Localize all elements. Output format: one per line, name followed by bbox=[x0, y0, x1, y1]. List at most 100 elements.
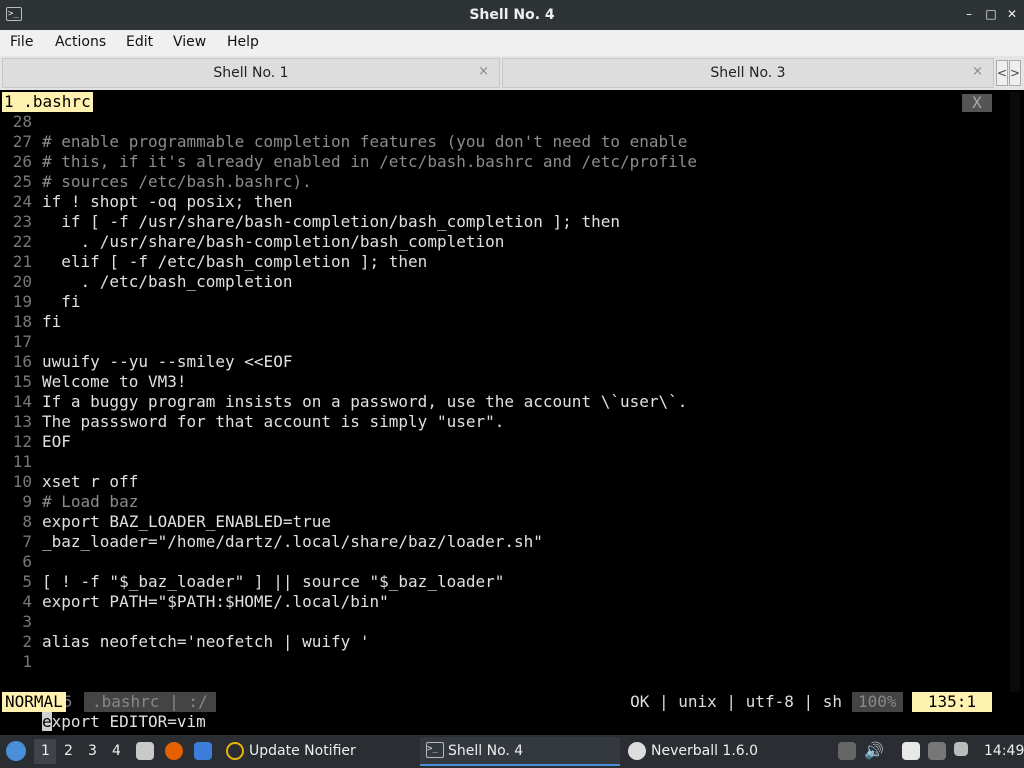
workspace-1[interactable]: 1 bbox=[41, 743, 50, 759]
tab-scroll-left-icon[interactable]: < bbox=[996, 60, 1008, 86]
close-icon[interactable]: ✕ bbox=[1005, 6, 1019, 22]
line-number: 8 bbox=[22, 512, 32, 531]
terminal-scrollbar[interactable] bbox=[1010, 92, 1020, 692]
code-text: EOF bbox=[42, 432, 71, 451]
vim-buffer-line: 1 .bashrc X bbox=[0, 92, 1024, 112]
update-notifier-icon bbox=[226, 742, 244, 760]
code-rest: xport EDITOR=vim bbox=[51, 712, 206, 731]
start-menu-icon[interactable] bbox=[6, 741, 26, 761]
terminal-area[interactable]: 1 .bashrc X 28 2 7 # enable programmable co… bbox=[0, 90, 1024, 735]
line-number: 11 bbox=[12, 452, 32, 471]
task-update-notifier[interactable]: Update Notifier bbox=[222, 737, 418, 766]
line-number: 17 bbox=[12, 332, 32, 351]
line-number: 7 bbox=[22, 532, 32, 551]
task-label: Shell No. 4 bbox=[448, 743, 524, 759]
vim-statusline: NORMAL .bashrc | :/ OK | unix | utf-8 | … bbox=[0, 692, 1024, 712]
line-number: 15 bbox=[12, 372, 32, 391]
code-text: export PATH="$PATH:$HOME/.local/bin" bbox=[42, 592, 389, 611]
vim-cursor-position: 135:1 bbox=[912, 692, 992, 712]
code-text: # enable programmable completion feature… bbox=[42, 132, 688, 151]
code-text: Welcome to VM3! bbox=[42, 372, 187, 391]
tab-scroll-right-icon[interactable]: > bbox=[1009, 60, 1021, 86]
code-text: export EDITOR=vim bbox=[42, 712, 206, 732]
file-manager-icon[interactable] bbox=[136, 742, 154, 760]
menu-view[interactable]: View bbox=[173, 34, 206, 50]
menu-actions[interactable]: Actions bbox=[55, 34, 106, 50]
terminal-icon: >_ bbox=[426, 742, 444, 758]
window-title: Shell No. 4 bbox=[469, 7, 555, 23]
menu-help[interactable]: Help bbox=[227, 34, 259, 50]
code-text: [ ! -f "$_baz_loader" ] || source "$_baz… bbox=[42, 572, 505, 591]
code-text: alias neofetch='neofetch | wuify ' bbox=[42, 632, 370, 651]
line-number: 23 bbox=[12, 212, 32, 231]
line-number: 10 bbox=[12, 472, 32, 491]
clock[interactable]: 14:49 bbox=[984, 743, 1024, 759]
line-number: 26 bbox=[12, 152, 32, 171]
vim-current-line[interactable]: 135 export EDITOR=vim bbox=[0, 672, 206, 731]
minimize-icon[interactable]: – bbox=[962, 6, 976, 22]
line-number: 25 bbox=[12, 172, 32, 191]
code-text: if ! shopt -oq posix; then bbox=[42, 192, 293, 211]
tab-label: Shell No. 3 bbox=[710, 65, 786, 81]
tab-close-icon[interactable]: × bbox=[972, 64, 983, 79]
tab-shell-3[interactable]: Shell No. 3 × bbox=[502, 58, 994, 88]
taskbar: 1 2 3 4 Update Notifier >_ Shell No. 4 N… bbox=[0, 735, 1024, 768]
line-number: 5 bbox=[22, 572, 32, 591]
line-number: 6 bbox=[22, 552, 32, 571]
code-text: # sources /etc/bash.bashrc). bbox=[42, 172, 312, 191]
firefox-icon[interactable] bbox=[165, 742, 183, 760]
line-number: 16 bbox=[12, 352, 32, 371]
line-number: 1 bbox=[22, 652, 32, 671]
line-number: 4 bbox=[22, 592, 32, 611]
line-number: 19 bbox=[12, 292, 32, 311]
menu-bar: File Actions Edit View Help bbox=[0, 30, 1024, 56]
menu-file[interactable]: File bbox=[10, 34, 33, 50]
maximize-icon[interactable]: □ bbox=[984, 6, 998, 22]
line-number: 21 bbox=[12, 252, 32, 271]
line-number: 14 bbox=[12, 392, 32, 411]
code-text: The passsword for that account is simply… bbox=[42, 412, 505, 431]
line-number: 18 bbox=[12, 312, 32, 331]
tab-shell-1[interactable]: Shell No. 1 × bbox=[2, 58, 500, 88]
code-text: if [ -f /usr/share/bash-completion/bash_… bbox=[42, 212, 620, 231]
task-shell-4[interactable]: >_ Shell No. 4 bbox=[420, 737, 620, 766]
workspace-4[interactable]: 4 bbox=[112, 743, 121, 759]
vim-file-format: OK | unix | utf-8 | sh bbox=[630, 692, 842, 711]
code-text: # Load baz bbox=[42, 492, 139, 511]
code-text: fi bbox=[42, 312, 62, 331]
window-icon[interactable] bbox=[194, 742, 212, 760]
tab-bar: Shell No. 1 × Shell No. 3 × bbox=[0, 56, 1024, 91]
code-text: elif [ -f /etc/bash_completion ]; then bbox=[42, 252, 428, 271]
vim-file-info: .bashrc | :/ bbox=[84, 692, 216, 712]
vim-mode: NORMAL bbox=[2, 692, 66, 712]
vim-buffer-name[interactable]: 1 .bashrc bbox=[2, 92, 93, 112]
line-number: 2 bbox=[22, 632, 32, 651]
workspace-2[interactable]: 2 bbox=[64, 743, 73, 759]
code-text: xset r off bbox=[42, 472, 139, 491]
line-number: 22 bbox=[12, 232, 32, 251]
notification-icon[interactable] bbox=[954, 742, 968, 756]
menu-edit[interactable]: Edit bbox=[126, 34, 153, 50]
network-icon[interactable] bbox=[928, 742, 946, 760]
code-text: _baz_loader="/home/dartz/.local/share/ba… bbox=[42, 532, 543, 551]
line-number: 28 bbox=[12, 112, 32, 131]
display-icon[interactable] bbox=[838, 742, 856, 760]
text-cursor: e bbox=[42, 712, 52, 731]
code-text: . /usr/share/bash-completion/bash_comple… bbox=[42, 232, 505, 251]
window-titlebar[interactable]: >_ Shell No. 4 – □ ✕ bbox=[0, 0, 1024, 30]
neverball-icon bbox=[628, 742, 646, 760]
task-neverball[interactable]: Neverball 1.6.0 bbox=[622, 737, 822, 766]
clipboard-icon[interactable] bbox=[902, 742, 920, 760]
vim-buffer-close[interactable]: X bbox=[962, 94, 992, 112]
vim-scroll-percent: 100% bbox=[852, 692, 903, 712]
code-text: fi bbox=[42, 292, 81, 311]
task-label: Neverball 1.6.0 bbox=[651, 743, 759, 759]
code-text: # this, if it's already enabled in /etc/… bbox=[42, 152, 698, 171]
code-text: export BAZ_LOADER_ENABLED=true bbox=[42, 512, 331, 531]
workspace-3[interactable]: 3 bbox=[88, 743, 97, 759]
volume-icon[interactable]: 🔊 bbox=[864, 741, 884, 760]
line-number: 13 bbox=[12, 412, 32, 431]
code-text: uwuify --yu --smiley <<EOF bbox=[42, 352, 293, 371]
code-text: If a buggy program insists on a password… bbox=[42, 392, 688, 411]
tab-close-icon[interactable]: × bbox=[478, 64, 489, 79]
